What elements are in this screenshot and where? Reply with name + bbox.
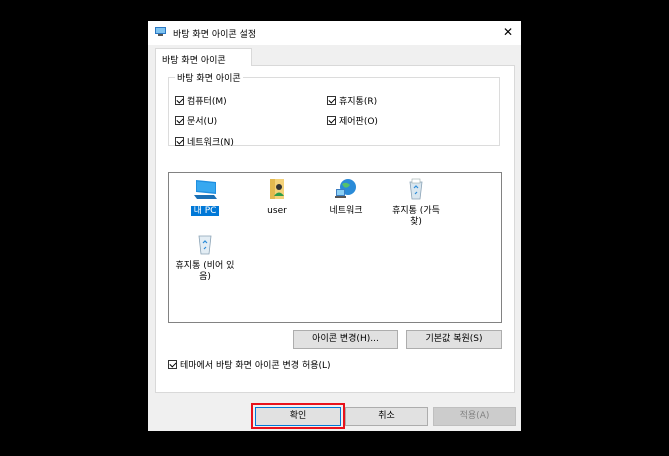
checkbox-label: 휴지통(R) bbox=[339, 96, 378, 107]
icon-item-recycle-bin-full[interactable]: 휴지통 (가득 찾) bbox=[386, 178, 446, 228]
checkbox-documents[interactable]: 문서(U) bbox=[175, 114, 218, 127]
checkbox-allow-theme-change[interactable]: 테마에서 바탕 화면 아이콘 변경 허용(L) bbox=[168, 358, 331, 371]
title-bar: 바탕 화면 아이콘 설정 ✕ bbox=[148, 21, 521, 45]
desktop-settings-icon bbox=[155, 27, 166, 36]
cancel-button[interactable]: 취소 bbox=[345, 407, 428, 426]
icon-label: 휴지통 (가득 찾) bbox=[392, 206, 440, 227]
desktop-icon-settings-dialog: 바탕 화면 아이콘 설정 ✕ 바탕 화면 아이콘 바탕 화면 아이콘 컴퓨터(M… bbox=[148, 21, 521, 431]
close-icon[interactable]: ✕ bbox=[503, 25, 513, 39]
network-globe-icon bbox=[333, 178, 359, 200]
checkbox-recycle-bin[interactable]: 휴지통(R) bbox=[327, 94, 378, 107]
checkbox-label: 컴퓨터(M) bbox=[187, 96, 227, 107]
checkbox-checked-icon[interactable] bbox=[327, 95, 336, 105]
checkbox-checked-icon[interactable] bbox=[175, 95, 184, 105]
icon-item-user[interactable]: user bbox=[247, 178, 307, 217]
icon-item-this-pc[interactable]: 내 PC bbox=[175, 178, 235, 217]
checkbox-network[interactable]: 네트워크(N) bbox=[175, 135, 234, 148]
tab-desktop-icons[interactable]: 바탕 화면 아이콘 bbox=[155, 48, 252, 66]
ok-button-highlight bbox=[251, 403, 345, 429]
checkbox-checked-icon[interactable] bbox=[175, 136, 184, 146]
icon-label: 휴지통 (비어 있음) bbox=[175, 261, 235, 282]
checkbox-label: 문서(U) bbox=[187, 116, 218, 127]
desktop-icons-group: 바탕 화면 아이콘 컴퓨터(M) 휴지통(R) 문서(U) 제어판(O) 네트워… bbox=[168, 71, 500, 148]
icon-item-network[interactable]: 네트워크 bbox=[316, 178, 376, 217]
monitor-icon bbox=[192, 178, 218, 200]
checkbox-label: 네트워크(N) bbox=[187, 137, 234, 148]
icon-label: user bbox=[267, 206, 287, 216]
restore-default-button[interactable]: 기본값 복원(S) bbox=[406, 330, 502, 349]
checkbox-computer[interactable]: 컴퓨터(M) bbox=[175, 94, 227, 107]
user-folder-icon bbox=[264, 178, 290, 200]
checkbox-label: 제어판(O) bbox=[339, 116, 378, 127]
checkbox-checked-icon[interactable] bbox=[168, 359, 177, 369]
recycle-bin-empty-icon bbox=[192, 233, 218, 255]
checkbox-control-panel[interactable]: 제어판(O) bbox=[327, 114, 378, 127]
checkbox-label: 테마에서 바탕 화면 아이콘 변경 허용(L) bbox=[180, 360, 331, 371]
window-title: 바탕 화면 아이콘 설정 bbox=[173, 30, 257, 40]
tab-panel: 바탕 화면 아이콘 컴퓨터(M) 휴지통(R) 문서(U) 제어판(O) 네트워… bbox=[155, 65, 515, 393]
checkbox-checked-icon[interactable] bbox=[175, 115, 184, 125]
apply-button[interactable]: 적용(A) bbox=[433, 407, 516, 426]
icon-label: 네트워크 bbox=[329, 206, 363, 216]
icon-item-recycle-bin-empty[interactable]: 휴지통 (비어 있음) bbox=[175, 233, 235, 283]
desktop-icon-list[interactable]: 내 PC user 네트워크 휴지통 (가득 찾) 휴지통 (비어 있음) bbox=[168, 172, 502, 323]
checkbox-checked-icon[interactable] bbox=[327, 115, 336, 125]
icon-label: 내 PC bbox=[175, 206, 235, 217]
tab-label: 바탕 화면 아이콘 bbox=[162, 56, 226, 66]
change-icon-button[interactable]: 아이콘 변경(H)... bbox=[293, 330, 398, 349]
group-legend: 바탕 화면 아이콘 bbox=[177, 74, 241, 84]
recycle-bin-full-icon bbox=[403, 178, 429, 200]
